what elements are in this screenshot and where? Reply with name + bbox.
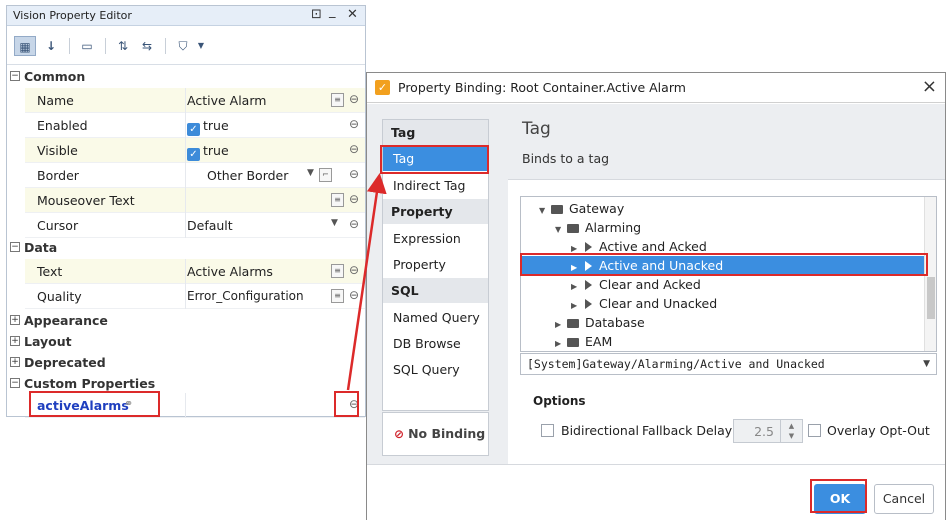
annotation-arrow xyxy=(346,173,387,391)
